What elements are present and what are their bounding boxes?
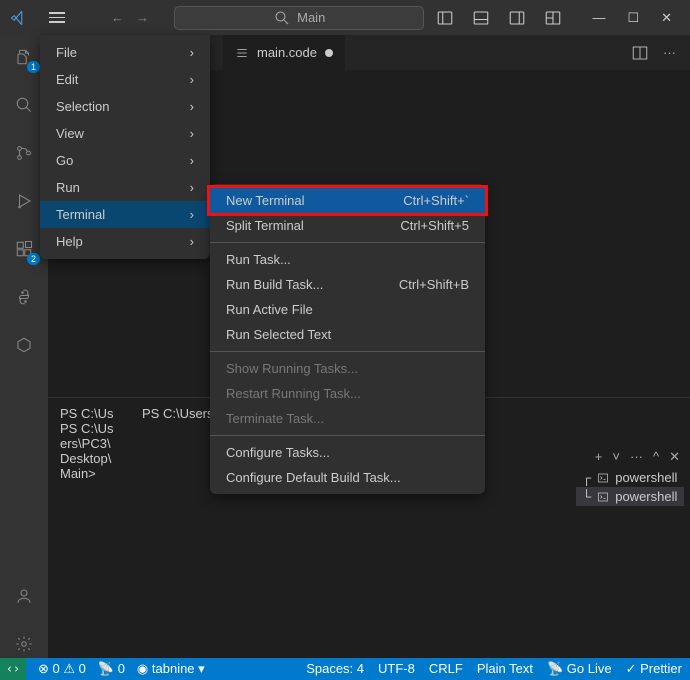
submenu-run-build-task[interactable]: Run Build Task...Ctrl+Shift+B	[210, 272, 485, 297]
more-icon[interactable]: ···	[663, 45, 676, 60]
chevron-right-icon: ›	[190, 45, 194, 60]
status-bar: ⊗ 0 ⚠ 0 📡 0 ◉ tabnine ▾ Spaces: 4 UTF-8 …	[0, 658, 690, 680]
layout-sidebar-left-icon[interactable]	[436, 9, 454, 27]
menu-view[interactable]: View›	[40, 120, 210, 147]
settings-gear-icon[interactable]	[10, 630, 38, 658]
terminal-icon	[597, 472, 609, 484]
tab-main-code[interactable]: main.code	[223, 35, 345, 70]
submenu-new-terminal[interactable]: New TerminalCtrl+Shift+`	[210, 188, 485, 213]
menu-separator	[210, 351, 485, 352]
menu-edit[interactable]: Edit›	[40, 66, 210, 93]
terminal-submenu: New TerminalCtrl+Shift+` Split TerminalC…	[210, 184, 485, 494]
submenu-show-running-tasks: Show Running Tasks...	[210, 356, 485, 381]
split-editor-icon[interactable]	[631, 44, 649, 62]
layout-sidebar-right-icon[interactable]	[508, 9, 526, 27]
submenu-run-active-file[interactable]: Run Active File	[210, 297, 485, 322]
menu-selection[interactable]: Selection›	[40, 93, 210, 120]
extensions-icon[interactable]: 2	[10, 235, 38, 263]
remote-indicator[interactable]	[0, 658, 26, 680]
chevron-right-icon: ›	[190, 180, 194, 195]
chevron-right-icon: ›	[190, 126, 194, 141]
menu-separator	[210, 242, 485, 243]
chevron-right-icon: ›	[190, 207, 194, 222]
explorer-badge: 1	[27, 61, 40, 73]
hamburger-menu-button[interactable]	[43, 4, 71, 32]
status-golive[interactable]: 📡 Go Live	[547, 661, 612, 677]
terminal-icon	[597, 491, 609, 503]
explorer-icon[interactable]: 1	[10, 43, 38, 71]
new-terminal-plus-icon[interactable]: +	[595, 449, 603, 465]
more-icon[interactable]: ···	[630, 449, 643, 465]
tree-branch-icon: └	[582, 489, 591, 504]
run-debug-icon[interactable]	[10, 187, 38, 215]
maximize-button[interactable]: ☐	[627, 10, 639, 26]
title-bar: ← → Main — ☐ ✕	[0, 0, 690, 35]
python-env-icon[interactable]	[10, 283, 38, 311]
command-center[interactable]: Main	[174, 6, 424, 30]
hexagon-icon[interactable]	[10, 331, 38, 359]
accounts-icon[interactable]	[10, 582, 38, 610]
nav-arrows: ← →	[111, 10, 149, 25]
source-control-icon[interactable]	[10, 139, 38, 167]
menu-run[interactable]: Run›	[40, 174, 210, 201]
menu-help[interactable]: Help›	[40, 228, 210, 255]
layout-panel-icon[interactable]	[472, 9, 490, 27]
submenu-configure-tasks[interactable]: Configure Tasks...	[210, 440, 485, 465]
search-activity-icon[interactable]	[10, 91, 38, 119]
menu-terminal[interactable]: Terminal›	[40, 201, 210, 228]
unsaved-dot-icon	[325, 49, 333, 57]
submenu-configure-default-build-task[interactable]: Configure Default Build Task...	[210, 465, 485, 490]
submenu-run-task[interactable]: Run Task...	[210, 247, 485, 272]
chevron-right-icon: ›	[190, 234, 194, 249]
file-icon	[235, 46, 249, 60]
close-panel-icon[interactable]: ✕	[669, 449, 680, 465]
chevron-right-icon: ›	[190, 99, 194, 114]
status-eol[interactable]: CRLF	[429, 661, 463, 677]
chevron-right-icon: ›	[190, 72, 194, 87]
status-encoding[interactable]: UTF-8	[378, 661, 415, 677]
submenu-restart-running-task: Restart Running Task...	[210, 381, 485, 406]
main-menu-dropdown: File› Edit› Selection› View› Go› Run› Te…	[40, 35, 210, 259]
tab-label: main.code	[257, 45, 317, 60]
search-icon	[273, 9, 291, 27]
close-button[interactable]: ✕	[661, 10, 672, 26]
menu-file[interactable]: File›	[40, 39, 210, 66]
submenu-run-selected-text[interactable]: Run Selected Text	[210, 322, 485, 347]
submenu-terminate-task: Terminate Task...	[210, 406, 485, 431]
forward-arrow-icon[interactable]: →	[136, 10, 149, 25]
terminal-shell-item[interactable]: └ powershell	[576, 487, 684, 506]
menu-go[interactable]: Go›	[40, 147, 210, 174]
menu-separator	[210, 435, 485, 436]
submenu-split-terminal[interactable]: Split TerminalCtrl+Shift+5	[210, 213, 485, 238]
maximize-panel-icon[interactable]: ^	[653, 449, 659, 465]
status-prettier[interactable]: ✓ Prettier	[626, 661, 682, 677]
status-language[interactable]: Plain Text	[477, 661, 533, 677]
terminal-wrapped-column: PS C:\Us PS C:\Us ers\PC3\ Desktop\ Main…	[60, 406, 130, 650]
customize-layout-icon[interactable]	[544, 9, 562, 27]
chevron-right-icon: ›	[190, 153, 194, 168]
terminal-chevron-down-icon[interactable]: ˅	[612, 449, 620, 465]
vscode-logo	[0, 9, 35, 27]
status-tabnine[interactable]: ◉ tabnine ▾	[137, 661, 205, 677]
status-ports[interactable]: 📡 0	[98, 661, 125, 677]
status-spaces[interactable]: Spaces: 4	[306, 661, 364, 677]
terminal-list: + ˅ ··· ^ ✕ ┌ powershell └ powershell	[576, 446, 684, 506]
extensions-badge: 2	[27, 253, 40, 265]
terminal-shell-item[interactable]: ┌ powershell	[576, 468, 684, 487]
tree-branch-icon: ┌	[582, 470, 591, 485]
status-errors[interactable]: ⊗ 0 ⚠ 0	[38, 661, 86, 677]
search-text: Main	[297, 10, 325, 25]
back-arrow-icon[interactable]: ←	[111, 10, 124, 25]
minimize-button[interactable]: —	[592, 10, 605, 26]
